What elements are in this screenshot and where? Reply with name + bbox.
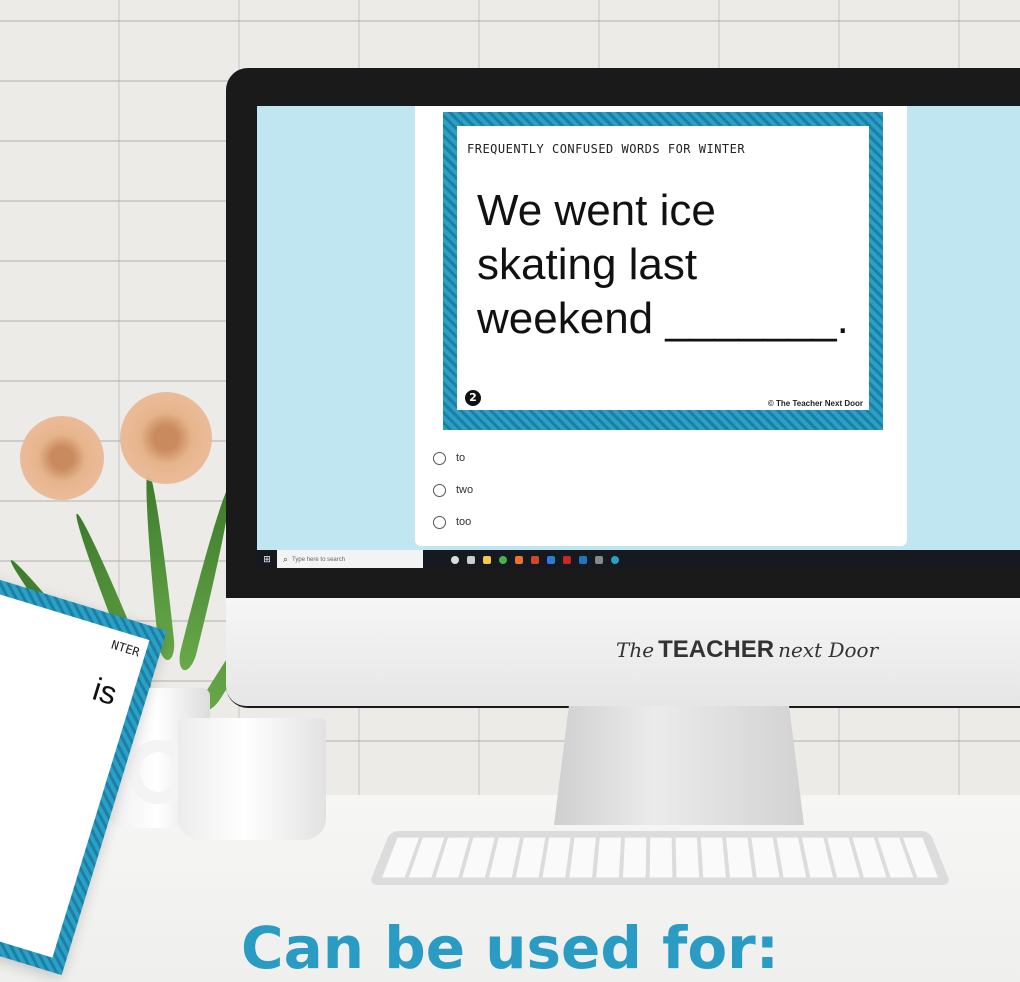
answer-option-two[interactable]: two [433, 474, 473, 506]
photoshop-icon[interactable] [579, 556, 587, 564]
answer-option-too[interactable]: too [433, 506, 473, 538]
brand-logo: The TEACHER next Door [616, 636, 878, 676]
radio-button[interactable] [433, 483, 446, 497]
acrobat-icon[interactable] [563, 556, 571, 564]
radio-button[interactable] [433, 515, 446, 529]
keyboard [368, 831, 952, 885]
task-card-content: FREQUENTLY CONFUSED WORDS FOR WINTER We … [457, 126, 869, 410]
printed-task-card-text: is [88, 670, 122, 712]
task-view-icon[interactable] [467, 556, 475, 564]
caption-heading: Can be used for: [241, 914, 779, 982]
powerpoint-icon[interactable] [531, 556, 539, 564]
monitor-stand [554, 705, 804, 825]
windows-start-icon[interactable]: ⊞ [257, 550, 277, 568]
search-icon: ⌕ [283, 555, 289, 565]
word-icon[interactable] [547, 556, 555, 564]
flower [120, 392, 212, 484]
office-icon[interactable] [515, 556, 523, 564]
brand-logo-script: The [616, 638, 655, 662]
coffee-mug [178, 718, 326, 840]
task-card-copyright: © The Teacher Next Door [767, 399, 863, 408]
brand-logo-bold: TEACHER [658, 636, 775, 663]
answer-option-to[interactable]: to [433, 442, 473, 474]
edge-icon[interactable] [611, 556, 619, 564]
answer-options: to two too [433, 442, 473, 538]
answer-option-label: two [456, 484, 474, 496]
scene: The TEACHER next Door FREQUENTLY CONFUSE… [0, 0, 1020, 982]
task-card-sentence: We went ice skating last weekend _______… [477, 186, 849, 343]
answer-option-label: too [456, 516, 472, 528]
cortana-icon[interactable] [451, 556, 459, 564]
answer-option-label: to [456, 452, 466, 464]
windows-taskbar: ⊞ ⌕ Type here to search [257, 550, 1020, 568]
chrome-icon[interactable] [499, 556, 507, 564]
brand-logo-script-end: next Door [778, 638, 879, 662]
taskbar-search-input[interactable]: ⌕ Type here to search [277, 550, 423, 568]
flower [20, 416, 104, 500]
task-card-image: FREQUENTLY CONFUSED WORDS FOR WINTER We … [443, 112, 883, 430]
taskbar-app-icons [451, 556, 619, 564]
file-explorer-icon[interactable] [483, 556, 491, 564]
monitor-screen: FREQUENTLY CONFUSED WORDS FOR WINTER We … [257, 106, 1020, 568]
task-card-number-badge: 2 [465, 390, 481, 406]
task-card-title: FREQUENTLY CONFUSED WORDS FOR WINTER [467, 142, 746, 156]
keyboard-keys [382, 837, 938, 878]
radio-button[interactable] [433, 451, 446, 465]
app-icon[interactable] [595, 556, 603, 564]
printed-task-card-title: NTER [109, 637, 142, 660]
search-placeholder: Type here to search [292, 557, 346, 563]
